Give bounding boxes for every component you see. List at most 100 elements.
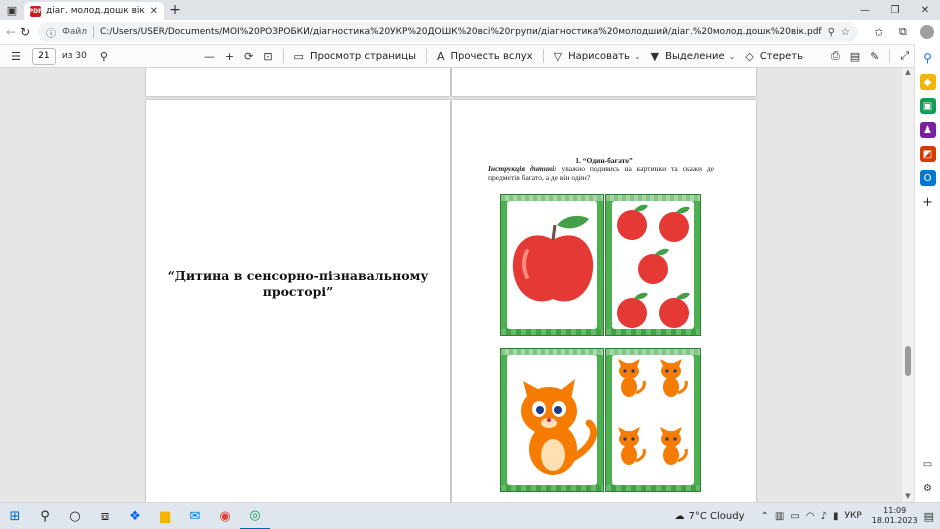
close-tab-icon[interactable]: ✕ xyxy=(150,6,158,17)
highlight-label: Выделение xyxy=(665,50,725,62)
favorites-icon[interactable]: ✩ xyxy=(868,21,890,43)
highlight-button[interactable]: ▼ Выделение ⌄ xyxy=(646,45,741,67)
card-one-apple xyxy=(500,194,604,336)
toolbar-divider xyxy=(542,49,544,63)
card-many-cats xyxy=(605,348,701,492)
dropbox-icon[interactable]: ❖ xyxy=(120,503,150,529)
url-scheme-label: Файл xyxy=(62,27,87,37)
erase-button[interactable]: ◇ Стереть xyxy=(740,45,808,67)
fullscreen-icon[interactable]: ⤢ xyxy=(895,45,914,67)
new-tab-button[interactable]: + xyxy=(164,0,186,20)
pdf-page-left: “Дитина в сенсорно-пізнавальному простор… xyxy=(146,100,450,502)
document-viewport[interactable]: “Дитина в сенсорно-пізнавальному простор… xyxy=(0,68,914,502)
tab-actions-icon[interactable]: ▣ xyxy=(0,0,24,20)
search-icon[interactable]: ⚲ xyxy=(30,503,60,529)
url-text[interactable]: C:/Users/USER/Documents/МОЇ%20РОЗРОБКИ/д… xyxy=(100,27,822,37)
eraser-icon: ◇ xyxy=(745,49,754,63)
add-icon[interactable]: + xyxy=(920,194,936,210)
close-window-icon[interactable]: ✕ xyxy=(910,0,940,20)
apples-image xyxy=(617,204,690,328)
toolbar-divider xyxy=(889,49,891,63)
edge-icon[interactable]: ◎ xyxy=(240,503,270,529)
card-many-apples xyxy=(605,194,701,336)
cat-image xyxy=(521,379,597,475)
language-indicator[interactable]: УКР xyxy=(844,511,861,521)
start-icon[interactable]: ⊞ xyxy=(0,503,30,529)
page-total: из 30 xyxy=(61,51,87,61)
save-as-icon[interactable]: ✎ xyxy=(865,45,884,67)
cats-image xyxy=(618,359,688,465)
battery-icon[interactable]: ▮ xyxy=(833,511,839,522)
vertical-scrollbar[interactable]: ▲ ▼ xyxy=(902,68,914,502)
scrollbar-thumb[interactable] xyxy=(905,346,911,376)
tab-title: діаг. молод.дошк вік.pdf xyxy=(46,6,145,16)
maximize-icon[interactable]: ❐ xyxy=(880,0,910,20)
volume-icon[interactable]: ♪ xyxy=(821,511,827,522)
network-icon[interactable]: ▥ xyxy=(775,511,784,522)
pdf-page-previous-right xyxy=(452,68,756,96)
read-aloud-label: Прочесть вслух xyxy=(450,50,533,62)
apple-image xyxy=(512,215,594,302)
instruction-label: Інструкція дитині: xyxy=(488,164,557,173)
file-explorer-icon[interactable]: ▆ xyxy=(150,503,180,529)
zoom-out-icon[interactable]: — xyxy=(199,45,220,67)
save-icon[interactable]: ▤ xyxy=(845,45,865,67)
system-tray: ☁ 7°C Cloudy ⌃ ▥ ▭ ◠ ♪ ▮ УКР 11:09 18.01… xyxy=(675,506,940,526)
avatar[interactable] xyxy=(919,25,934,39)
clock[interactable]: 11:09 18.01.2023 xyxy=(872,506,918,526)
scroll-down-icon[interactable]: ▼ xyxy=(902,492,914,502)
zoom-icon[interactable]: ⚲ xyxy=(828,27,835,38)
fit-page-icon[interactable]: ⊡ xyxy=(258,45,277,67)
page-view-button[interactable]: ▭ Просмотр страницы xyxy=(289,45,421,67)
contents-icon[interactable]: ☰ xyxy=(6,45,26,67)
weather-widget[interactable]: ☁ 7°C Cloudy xyxy=(675,511,745,522)
highlight-icon: ▼ xyxy=(650,49,660,63)
draw-button[interactable]: ▽ Нарисовать ⌄ xyxy=(549,45,646,67)
print-icon[interactable]: ⎙ xyxy=(826,45,845,67)
search-icon[interactable]: ⚲ xyxy=(920,50,936,66)
refresh-icon[interactable]: ↻ xyxy=(20,21,30,43)
search-icon[interactable]: ⚲ xyxy=(95,45,113,67)
draw-icon: ▽ xyxy=(553,49,563,63)
toolbar-divider xyxy=(282,49,284,63)
games-icon[interactable]: ♟ xyxy=(919,122,936,138)
pdf-page-previous-left xyxy=(146,68,450,96)
mail-icon[interactable]: ✉ xyxy=(180,503,210,529)
cortana-icon[interactable]: ○ xyxy=(60,503,90,529)
edge-sidebar: ⚲ ◆ ▣ ♟ ◩ O + ▭ ⚙ xyxy=(914,44,940,502)
url-field[interactable]: ⓘ Файл C:/Users/USER/Documents/МОЇ%20РОЗ… xyxy=(38,22,858,42)
shopping-icon[interactable]: ◆ xyxy=(919,74,936,90)
page-view-label: Просмотр страницы xyxy=(309,50,416,62)
weather-text: 7°C Cloudy xyxy=(688,510,745,522)
toolbar-divider xyxy=(426,49,427,63)
info-icon[interactable]: ⓘ xyxy=(46,25,56,40)
tab-pdf[interactable]: PDF діаг. молод.дошк вік.pdf ✕ xyxy=(24,2,164,20)
chevron-up-icon[interactable]: ⌃ xyxy=(761,511,769,522)
page-number-input[interactable] xyxy=(31,47,56,65)
collections-icon[interactable]: ⧉ xyxy=(892,21,914,43)
wifi-icon[interactable]: ◠ xyxy=(806,511,815,522)
window-controls: — ❐ ✕ xyxy=(850,0,940,20)
back-icon[interactable]: ← xyxy=(6,21,16,43)
url-divider xyxy=(93,26,94,38)
title-bar: ▣ PDF діаг. молод.дошк вік.pdf ✕ + — ❐ ✕ xyxy=(0,0,940,20)
minimize-icon[interactable]: — xyxy=(850,0,880,20)
chrome-icon[interactable]: ◉ xyxy=(210,503,240,529)
task-view-icon[interactable]: ⧈ xyxy=(90,503,120,529)
pdf-icon: PDF xyxy=(28,5,43,17)
read-aloud-button[interactable]: A Прочесть вслух xyxy=(432,45,538,67)
office-icon[interactable]: ◩ xyxy=(919,146,936,162)
rotate-icon[interactable]: ⟳ xyxy=(239,45,258,67)
favorite-add-icon[interactable]: ☆ xyxy=(841,27,850,38)
sidebar-layout-icon[interactable]: ▭ xyxy=(920,456,936,472)
chevron-down-icon[interactable]: ⌄ xyxy=(634,52,641,61)
chevron-down-icon[interactable]: ⌄ xyxy=(729,52,736,61)
cloud-icon: ☁ xyxy=(674,510,685,522)
notifications-icon[interactable]: ▤ xyxy=(924,510,934,523)
sidebar-settings-icon[interactable]: ⚙ xyxy=(920,480,936,496)
tools-icon[interactable]: ▣ xyxy=(919,98,936,114)
scroll-up-icon[interactable]: ▲ xyxy=(902,68,914,78)
outlook-icon[interactable]: O xyxy=(919,170,936,186)
zoom-in-icon[interactable]: + xyxy=(220,45,239,67)
display-icon[interactable]: ▭ xyxy=(790,511,799,522)
